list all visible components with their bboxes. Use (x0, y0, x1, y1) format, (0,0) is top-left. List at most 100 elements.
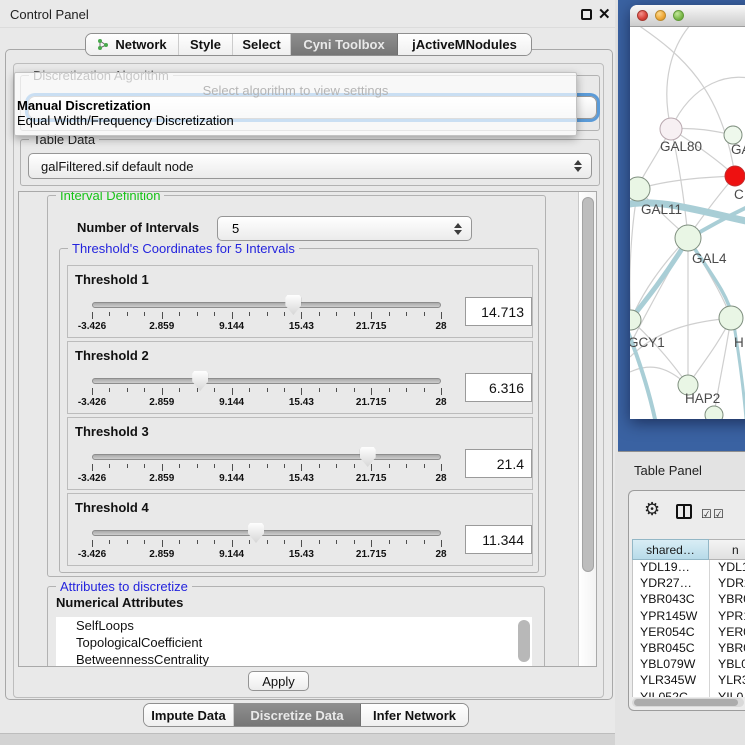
tab-infer-network[interactable]: Infer Network (361, 704, 468, 726)
slider-track[interactable] (92, 530, 441, 536)
vertical-scrollbar-track[interactable] (578, 192, 597, 666)
tick-label: 15.43 (289, 549, 314, 560)
cell-shared-name[interactable]: YIL052C (633, 690, 710, 698)
tick-mark (336, 312, 337, 316)
tab-discretize-data[interactable]: Discretize Data (234, 704, 361, 726)
table-row[interactable]: YDL19…YDL1 (633, 560, 745, 576)
table-row[interactable]: YER054CYER0 (633, 625, 745, 641)
network-window-titlebar[interactable] (630, 5, 745, 27)
cell-name[interactable]: YDL1 (710, 560, 745, 576)
cell-name[interactable]: YDR2 (710, 576, 745, 592)
tab-impute-data[interactable]: Impute Data (144, 704, 234, 726)
group-label: Threshold's Coordinates for 5 Intervals (68, 241, 299, 256)
list-scrollbar-thumb[interactable] (518, 620, 530, 662)
control-panel: Control Panel ✕ Network Style Select Cyn… (0, 0, 615, 745)
tab-select[interactable]: Select (233, 34, 291, 55)
cell-shared-name[interactable]: YDR27… (633, 576, 710, 592)
list-item-betweennesscentrality[interactable]: BetweennessCentrality (56, 651, 532, 667)
slider-handle[interactable] (248, 523, 264, 543)
threshold-4-box: Threshold 4 -3.4262.8599.14415.4321.7152… (67, 493, 533, 566)
tab-jactivemnodules[interactable]: jActiveMNodules (398, 34, 531, 55)
threshold-2-value-field[interactable]: 6.316 (465, 373, 532, 402)
cell-name[interactable]: YPR1 (710, 609, 745, 625)
close-traffic-light-icon[interactable] (637, 10, 648, 21)
cell-name[interactable]: YBR0 (710, 641, 745, 657)
tick-mark (179, 540, 180, 544)
tick-label: 9.144 (219, 473, 244, 484)
tick-mark (162, 540, 163, 547)
tab-label: Infer Network (373, 708, 456, 723)
tick-mark (127, 388, 128, 392)
node-gal11[interactable] (630, 177, 650, 201)
table-row[interactable]: YPR145WYPR1 (633, 609, 745, 625)
cell-shared-name[interactable]: YPR145W (633, 609, 710, 625)
table-row[interactable]: YBR043CYBR0 (633, 592, 745, 608)
tick-mark (232, 388, 233, 395)
column-header-name[interactable]: n (709, 539, 745, 560)
tick-mark (197, 388, 198, 392)
node-partial-bottom[interactable] (705, 406, 723, 419)
table-row[interactable]: YDR27…YDR2 (633, 576, 745, 592)
threshold-label: Threshold 3 (75, 424, 149, 439)
table-data-combobox[interactable]: galFiltered.sif default node (28, 153, 592, 179)
list-item-selfloops[interactable]: SelfLoops (56, 617, 532, 634)
close-icon[interactable]: ✕ (598, 5, 611, 23)
threshold-1-value-field[interactable]: 14.713 (465, 297, 532, 326)
checkbox-icon[interactable]: ☑ (713, 507, 724, 521)
threshold-3-slider[interactable]: -3.4262.8599.14415.4321.71528 (92, 454, 441, 488)
network-view-window[interactable]: GAL80 GA C GAL11 GAL4 GCY1 H HAP2 (630, 5, 745, 419)
slider-handle[interactable] (285, 295, 301, 315)
slider-track[interactable] (92, 378, 441, 384)
slider-handle[interactable] (360, 447, 376, 467)
cell-name[interactable]: YIL0 (710, 690, 743, 698)
horizontal-scrollbar-thumb[interactable] (634, 699, 738, 706)
cell-name[interactable]: YER0 (710, 625, 745, 641)
network-canvas[interactable]: GAL80 GA C GAL11 GAL4 GCY1 H HAP2 (630, 27, 745, 419)
horizontal-scrollbar-track[interactable] (632, 698, 744, 707)
cell-name[interactable]: YBR0 (710, 592, 745, 608)
slider-track[interactable] (92, 454, 441, 460)
vertical-scrollbar-thumb[interactable] (582, 197, 594, 572)
table-row[interactable]: YBR045CYBR0 (633, 641, 745, 657)
cell-shared-name[interactable]: YLR345W (633, 673, 710, 689)
number-of-intervals-combobox[interactable]: 5 (217, 216, 472, 241)
cell-shared-name[interactable]: YER054C (633, 625, 710, 641)
split-view-icon[interactable] (676, 504, 692, 519)
tab-cyni-toolbox[interactable]: Cyni Toolbox (291, 34, 398, 55)
slider-handle[interactable] (192, 371, 208, 391)
zoom-traffic-light-icon[interactable] (673, 10, 684, 21)
threshold-2-slider[interactable]: -3.4262.8599.14415.4321.71528 (92, 378, 441, 412)
cell-shared-name[interactable]: YBR043C (633, 592, 710, 608)
node-h[interactable] (719, 306, 743, 330)
table-row[interactable]: YBL079WYBL0 (633, 657, 745, 673)
threshold-1-slider[interactable]: -3.4262.8599.14415.4321.71528 (92, 302, 441, 336)
column-header-shared-name[interactable]: shared… (632, 539, 709, 560)
float-window-icon[interactable] (581, 9, 592, 20)
list-item-topologicalcoefficient[interactable]: TopologicalCoefficient (56, 634, 532, 651)
minimize-traffic-light-icon[interactable] (655, 10, 666, 21)
checkbox-icon[interactable]: ☑ (701, 507, 712, 521)
dropdown-item-equal-width[interactable]: Equal Width/Frequency Discretization (15, 113, 576, 128)
gear-icon[interactable]: ⚙ (644, 499, 660, 520)
tick-mark (92, 312, 93, 319)
cell-name[interactable]: YLR3 (710, 673, 745, 689)
threshold-4-value-field[interactable]: 11.344 (465, 525, 532, 554)
tab-network[interactable]: Network (86, 34, 179, 55)
table-row[interactable]: YIL052CYIL0 (633, 690, 745, 698)
tick-label: 21.715 (356, 473, 387, 484)
apply-button[interactable]: Apply (248, 671, 309, 691)
node-highlighted-red[interactable] (725, 166, 745, 186)
cell-name[interactable]: YBL0 (710, 657, 745, 673)
table-row[interactable]: YLR345WYLR3 (633, 673, 745, 689)
cell-shared-name[interactable]: YBL079W (633, 657, 710, 673)
node-gal80[interactable] (660, 118, 682, 140)
threshold-4-slider[interactable]: -3.4262.8599.14415.4321.71528 (92, 530, 441, 564)
tick-label: -3.426 (78, 549, 106, 560)
cell-shared-name[interactable]: YBR045C (633, 641, 710, 657)
node-gal4[interactable] (675, 225, 701, 251)
cell-shared-name[interactable]: YDL19… (633, 560, 710, 576)
threshold-3-value-field[interactable]: 21.4 (465, 449, 532, 478)
dropdown-item-manual-discretization[interactable]: Manual Discretization (15, 98, 576, 113)
slider-track[interactable] (92, 302, 441, 308)
tab-style[interactable]: Style (179, 34, 233, 55)
